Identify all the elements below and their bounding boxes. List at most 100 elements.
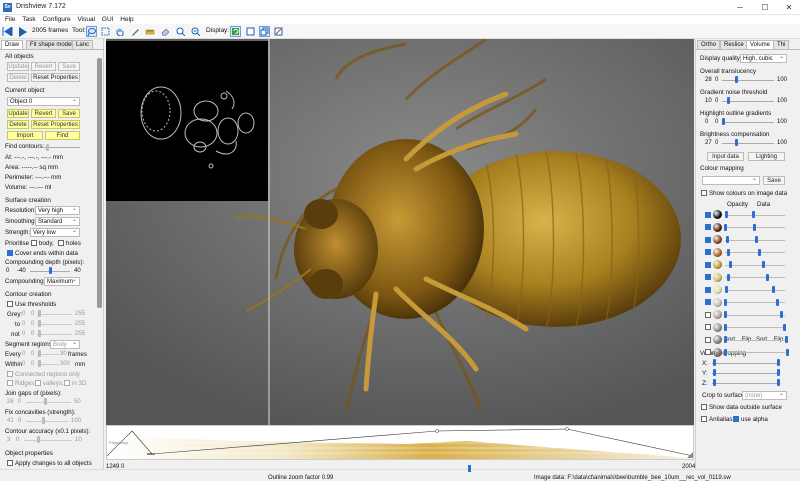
menu-task[interactable]: Task [22,15,35,24]
opacity-knob[interactable] [726,236,729,243]
apply-all-checkbox[interactable] [7,460,13,466]
eraser-tool-icon[interactable] [160,26,171,37]
left-panel-scrollbar[interactable] [97,58,102,308]
skip-back-icon[interactable] [2,26,13,37]
crop-z-min-knob[interactable] [713,379,716,386]
colour-row-slider[interactable] [725,252,785,253]
cover-ends-checkbox[interactable] [7,250,13,256]
data-knob[interactable] [780,311,783,318]
tab-volume[interactable]: Volume [746,40,775,49]
display-quality-select[interactable]: High, cubic [740,53,787,63]
import-button[interactable]: Import [7,131,43,140]
lighting-button[interactable]: Lighting [748,152,785,161]
colour-row-enable-checkbox[interactable] [705,324,711,330]
data-knob[interactable] [755,236,758,243]
data-knob[interactable] [785,336,788,343]
smoothing-select[interactable]: Standard [35,216,80,226]
use-thresholds-checkbox[interactable] [7,301,13,307]
colour-swatch[interactable] [713,310,722,319]
zoom-in-icon[interactable] [175,26,186,37]
input-data-button[interactable]: Input data [707,152,744,161]
data-knob[interactable] [783,323,786,331]
minimize-button[interactable]: ─ [733,2,747,13]
opacity-knob[interactable] [724,223,727,231]
colour-row-enable-checkbox[interactable] [705,299,711,305]
update-button[interactable]: Update [7,109,29,118]
crop-to-surface-select[interactable]: (none) [742,390,787,400]
strength-select[interactable]: Very low [30,227,80,237]
colour-row-slider[interactable] [725,277,785,278]
colour-row-enable-checkbox[interactable] [705,336,711,343]
brightness-slider[interactable] [722,143,774,144]
use-alpha-checkbox[interactable] [733,416,739,422]
to-knob[interactable] [38,320,41,327]
ridges-checkbox[interactable] [7,380,13,386]
opacity-flip-button[interactable]: Flip [739,336,754,345]
crop-z-slider[interactable] [712,383,778,384]
menu-visual[interactable]: Visual [77,15,95,24]
valleys-checkbox[interactable] [35,380,41,386]
colour-swatch[interactable] [713,335,722,344]
colour-row-enable-checkbox[interactable] [705,274,711,280]
colour-row-slider[interactable] [725,352,785,353]
volume-viewport[interactable] [106,39,694,425]
colour-swatch[interactable] [713,247,722,257]
not-slider[interactable] [37,334,72,335]
opacity-knob[interactable] [724,298,727,306]
show-outside-checkbox[interactable] [701,404,707,410]
opacity-knob[interactable] [725,286,728,293]
annotate-display-icon[interactable] [273,26,284,37]
reset-properties-button[interactable]: Reset Properties [31,120,80,129]
zoom-out-icon[interactable] [190,26,201,37]
transfer-function-editor[interactable]: Frequency [106,425,694,460]
data-knob[interactable] [786,348,789,356]
grey-knob[interactable] [38,310,41,317]
colour-row-slider[interactable] [725,339,785,341]
pen-tool-icon[interactable] [130,26,141,37]
contour-accuracy-slider[interactable] [24,440,72,441]
all-reset-properties-button[interactable]: Reset Properties [31,73,80,82]
grey-slider[interactable] [37,314,72,315]
frame-slider-knob[interactable] [468,465,471,472]
find-button[interactable]: Find [45,131,80,140]
tab-fit-shape-model[interactable]: Fit shape model [26,40,77,49]
colour-row-slider[interactable] [725,327,785,328]
colour-row-slider[interactable] [725,264,785,266]
colour-row-enable-checkbox[interactable] [705,311,711,318]
data-knob[interactable] [772,286,775,293]
highlight-gradients-knob[interactable] [722,118,725,125]
segment-regions-select[interactable]: Body [50,339,80,349]
colour-row-enable-checkbox[interactable] [705,349,711,355]
prioritise-body-checkbox[interactable] [31,240,37,246]
data-knob[interactable] [752,211,755,218]
contour-preview-panel[interactable] [106,41,268,201]
colour-row-enable-checkbox[interactable] [705,224,711,230]
colour-swatch[interactable] [713,347,722,357]
all-save-button[interactable]: Save [58,62,80,71]
opacity-knob[interactable] [729,261,732,268]
tab-reslice[interactable]: Reslice [720,40,748,49]
to-slider[interactable] [37,324,72,325]
maximize-button[interactable]: ☐ [758,2,772,13]
hand-tool-icon[interactable] [114,26,125,37]
colour-swatch[interactable] [713,272,722,282]
colour-row-enable-checkbox[interactable] [705,236,711,243]
frame-display-icon[interactable] [245,26,256,37]
crop-x-min-knob[interactable] [713,359,716,366]
colour-swatch[interactable] [713,235,722,244]
ruler-tool-icon[interactable] [144,26,155,37]
data-knob[interactable] [762,261,765,268]
join-gaps-slider[interactable] [26,402,71,403]
colour-row-enable-checkbox[interactable] [705,261,711,268]
join-gaps-knob[interactable] [44,398,47,405]
colour-mapping-select[interactable] [702,175,760,185]
crop-x-max-knob[interactable] [777,359,780,366]
play-icon[interactable] [17,26,28,37]
crop-x-slider[interactable] [712,363,778,364]
colour-row-slider[interactable] [725,314,785,316]
opacity-knob[interactable] [725,211,728,218]
in-3d-checkbox[interactable] [64,380,70,386]
crop-y-slider[interactable] [712,373,778,374]
menu-configure[interactable]: Configure [42,15,70,24]
colour-swatch[interactable] [713,285,722,294]
